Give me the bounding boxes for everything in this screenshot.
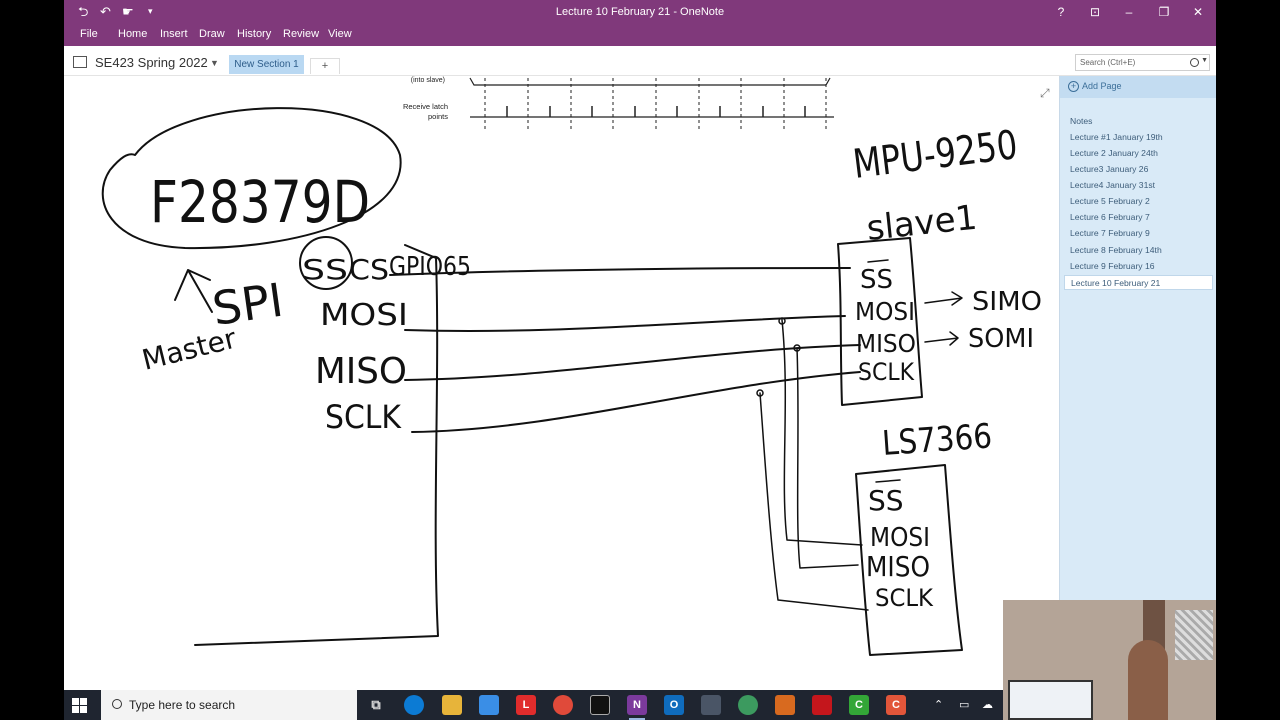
snippet-top-label: (into slave) xyxy=(411,77,445,84)
windows-start-icon[interactable] xyxy=(72,698,87,713)
page-item-lecture-9[interactable]: Lecture 9 February 16 xyxy=(1064,259,1213,274)
fullscreen-icon[interactable]: ⊡ xyxy=(1078,0,1112,24)
tab-view[interactable]: View xyxy=(328,28,352,40)
tab-home[interactable]: Home xyxy=(118,28,147,40)
page-list-panel: + Add Page Notes Lecture #1 January 19th … xyxy=(1059,76,1216,690)
slave2-ss-label: SS xyxy=(868,484,904,517)
chrome-icon[interactable] xyxy=(553,695,573,715)
page-canvas[interactable]: ⤢ (into slave) Receive latch points F283… xyxy=(64,76,1059,690)
help-button[interactable]: ? xyxy=(1044,0,1078,24)
wall-vent xyxy=(1175,610,1213,660)
search-icon xyxy=(112,699,122,709)
tab-draw[interactable]: Draw xyxy=(199,28,225,40)
webcam-overlay xyxy=(1003,600,1216,720)
master-miso-label: MISO xyxy=(315,351,407,392)
edge-icon[interactable] xyxy=(404,695,424,715)
search-scope-chevron-icon[interactable]: ▼ xyxy=(1201,57,1208,64)
page-item-lecture-7[interactable]: Lecture 7 February 9 xyxy=(1064,226,1213,241)
tab-history[interactable]: History xyxy=(237,28,271,40)
page-item-lecture-2[interactable]: Lecture 2 January 24th xyxy=(1064,146,1213,161)
file-explorer-icon[interactable] xyxy=(442,695,462,715)
acrobat-icon[interactable] xyxy=(812,695,832,715)
calculator-icon[interactable] xyxy=(701,695,721,715)
outlook-icon[interactable]: O xyxy=(664,695,684,715)
app-c-green-icon[interactable]: C xyxy=(849,695,869,715)
tab-insert[interactable]: Insert xyxy=(160,28,188,40)
master-sclk-label: SCLK xyxy=(325,398,402,436)
section-tab-new-section-1[interactable]: New Section 1 xyxy=(229,55,304,74)
slave1-ss-label: SS xyxy=(860,265,893,295)
task-view-icon[interactable]: ⧉ xyxy=(366,695,386,715)
master-mosi-label: MOSI xyxy=(320,298,408,333)
restore-button[interactable]: ❐ xyxy=(1147,0,1181,24)
page-item-lecture-3[interactable]: Lecture3 January 26 xyxy=(1064,162,1213,177)
slave2-sclk-label: SCLK xyxy=(875,584,934,612)
app-l-icon[interactable]: L xyxy=(516,695,536,715)
page-item-lecture-6[interactable]: Lecture 6 February 7 xyxy=(1064,210,1213,225)
add-page-label: Add Page xyxy=(1082,81,1122,91)
add-page-button[interactable]: + Add Page xyxy=(1060,76,1216,98)
page-item-lecture-1[interactable]: Lecture #1 January 19th xyxy=(1064,130,1213,145)
ribbon-tabs: File Home Insert Draw History Review Vie… xyxy=(64,24,1216,46)
matlab-icon[interactable] xyxy=(775,695,795,715)
notebook-icon[interactable] xyxy=(73,56,87,68)
add-section-button[interactable]: + xyxy=(310,58,340,74)
slave1-chip-label: MPU-9250 xyxy=(851,122,1020,188)
chevron-down-icon[interactable]: ▼ xyxy=(210,58,219,68)
search-placeholder: Search (Ctrl+E) xyxy=(1080,58,1136,67)
master-chip-label: F28379D xyxy=(150,168,370,236)
timing-diagram-snippet: (into slave) Receive latch points xyxy=(403,77,834,130)
terminal-icon[interactable] xyxy=(590,695,610,715)
search-icon[interactable] xyxy=(1190,58,1199,67)
slave2-mosi-label: MOSI xyxy=(870,523,930,553)
page-item-lecture-5[interactable]: Lecture 5 February 2 xyxy=(1064,194,1213,209)
teams-notification-icon[interactable] xyxy=(738,695,758,715)
onenote-window: ⮌ ↶ ☛ ▾ Lecture 10 February 21 - OneNote… xyxy=(64,0,1216,690)
slave1-miso-label: MISO xyxy=(856,329,916,358)
spi-wires xyxy=(389,267,869,611)
onenote-icon[interactable]: N xyxy=(627,695,647,720)
slave2-ink: LS7366 SS MOSI MISO SCLK xyxy=(855,416,994,656)
slave2-miso-label: MISO xyxy=(866,550,930,583)
tab-file[interactable]: File xyxy=(80,28,98,40)
snippet-receive-label: Receive latch xyxy=(403,102,448,111)
app-c-orange-icon[interactable]: C xyxy=(886,695,906,715)
page-item-lecture-4[interactable]: Lecture4 January 31st xyxy=(1064,178,1213,193)
section-bar: SE423 Spring 2022 ▼ New Section 1 + Sear… xyxy=(64,46,1216,76)
page-item-notes[interactable]: Notes xyxy=(1064,114,1213,129)
snippet-points-label: points xyxy=(428,112,448,121)
slave1-sclk-label: SCLK xyxy=(858,358,915,386)
taskbar-search-input[interactable]: Type here to search xyxy=(101,690,357,720)
store-icon[interactable] xyxy=(479,695,499,715)
simo-label: SIMO xyxy=(972,287,1042,317)
page-item-lecture-8[interactable]: Lecture 8 February 14th xyxy=(1064,243,1213,258)
presenter xyxy=(1128,640,1168,720)
master-ss-label: SS xyxy=(302,253,348,286)
tray-cloud-icon[interactable]: ☁ xyxy=(982,698,993,711)
somi-label: SOMI xyxy=(968,324,1034,354)
tab-review[interactable]: Review xyxy=(283,28,319,40)
slave1-mosi-label: MOSI xyxy=(855,297,915,326)
tray-chevron-icon[interactable]: ⌃ xyxy=(934,698,943,711)
add-icon: + xyxy=(1068,81,1079,92)
taskbar-search-placeholder: Type here to search xyxy=(129,698,236,712)
notebook-name[interactable]: SE423 Spring 2022 xyxy=(95,55,208,70)
slave1-ink: MPU-9250 slave1 SS MOSI MISO SCLK SIMO S… xyxy=(837,122,1042,406)
master-label: Master xyxy=(139,322,240,377)
search-input[interactable]: Search (Ctrl+E) ▼ xyxy=(1075,54,1210,71)
monitor xyxy=(1008,680,1093,720)
close-button[interactable]: ✕ xyxy=(1181,0,1215,24)
slave2-chip-label: LS7366 xyxy=(881,416,994,464)
title-bar: ⮌ ↶ ☛ ▾ Lecture 10 February 21 - OneNote… xyxy=(64,0,1216,24)
master-cs-label: CS xyxy=(349,253,389,286)
ink-drawing: (into slave) Receive latch points F28379… xyxy=(101,77,1042,656)
master-chip-ink: F28379D SPI Master SS CS GPIO65 MOSI MIS… xyxy=(101,107,471,646)
page-item-lecture-10[interactable]: Lecture 10 February 21 xyxy=(1064,275,1213,290)
tray-device-icon[interactable]: ▭ xyxy=(959,698,969,711)
minimize-button[interactable]: – xyxy=(1112,0,1146,24)
